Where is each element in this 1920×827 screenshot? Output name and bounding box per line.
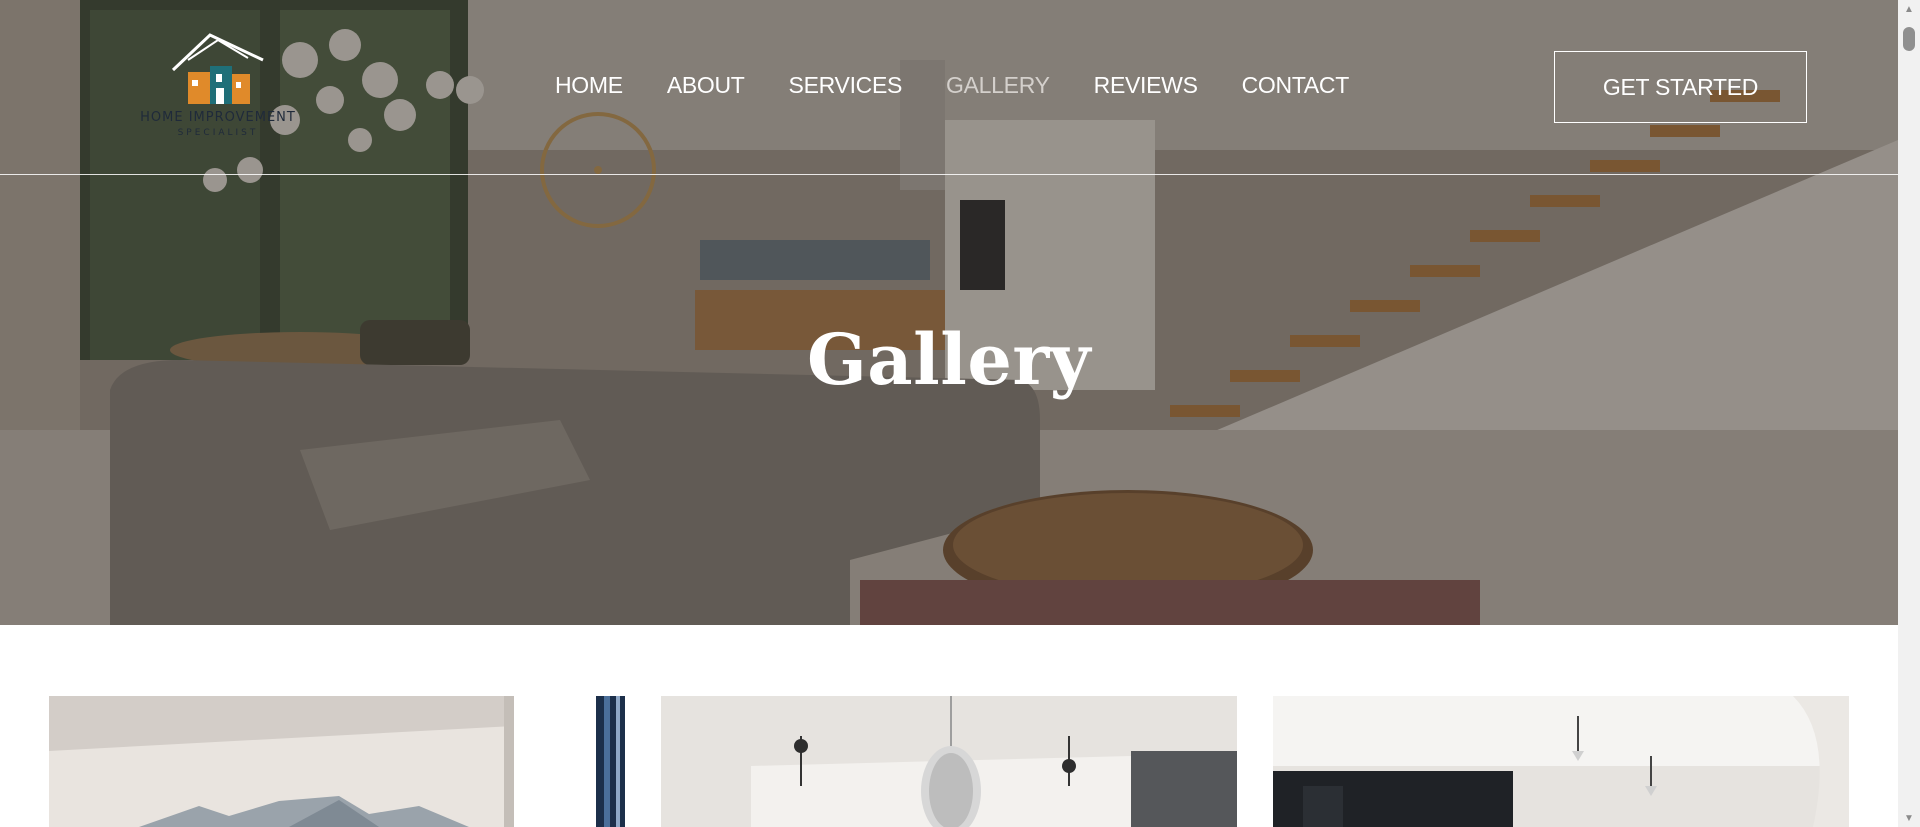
hero-banner: HOME IMPROVEMENT SPECIALIST HOME ABOUT S… [0,0,1898,625]
scroll-up-arrow-icon[interactable]: ▲ [1898,0,1920,18]
scroll-down-arrow-icon[interactable]: ▼ [1898,809,1920,827]
logo-tagline: SPECIALIST [177,128,259,138]
gallery-photo-2 [596,696,625,827]
gallery-image-kitchen[interactable] [1273,696,1849,827]
gallery-photo-1 [49,696,514,827]
nav-home[interactable]: HOME [555,72,623,99]
gallery-photo-3 [661,696,1237,827]
gallery-image-mural[interactable] [49,696,514,827]
nav-reviews[interactable]: REVIEWS [1094,72,1198,99]
house-logo-icon [171,33,264,104]
get-started-button[interactable]: GET STARTED [1554,51,1807,123]
logo-name: HOME IMPROVEMENT [140,110,296,125]
page-scrollbar[interactable]: ▲ ▼ [1898,0,1920,827]
header-divider [0,174,1898,175]
site-logo[interactable]: HOME IMPROVEMENT SPECIALIST [118,30,318,145]
gallery-photo-4 [1273,696,1849,827]
nav-contact[interactable]: CONTACT [1242,72,1350,99]
nav-about[interactable]: ABOUT [667,72,745,99]
scroll-thumb[interactable] [1903,27,1915,51]
nav-services[interactable]: SERVICES [789,72,903,99]
page-title: Gallery [807,318,1091,401]
nav-gallery[interactable]: GALLERY [946,72,1050,99]
main-nav: HOME ABOUT SERVICES GALLERY REVIEWS CONT… [555,72,1349,99]
gallery-image-chandelier[interactable] [661,696,1237,827]
gallery-image-window[interactable] [596,696,625,827]
